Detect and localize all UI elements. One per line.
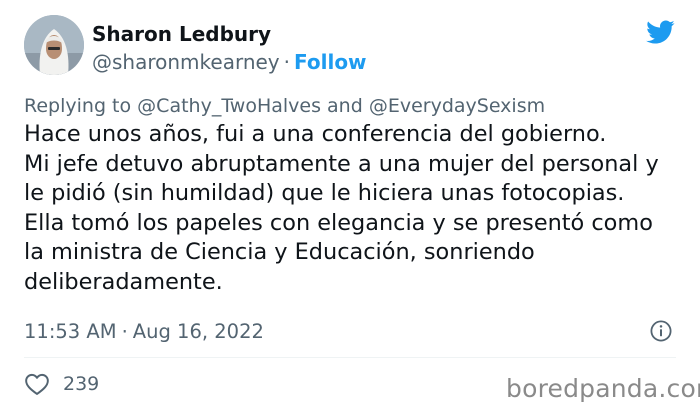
reply-mention-link[interactable]: @EverydaySexism <box>369 95 545 117</box>
twitter-bird-icon[interactable] <box>643 17 677 47</box>
divider <box>24 357 676 358</box>
avatar[interactable] <box>24 15 84 75</box>
info-icon[interactable] <box>649 319 673 343</box>
tweet-text-line: Ella tomó los papeles con elegancia y se… <box>24 209 653 236</box>
author-meta: @sharonmkearney · Follow <box>92 50 367 74</box>
author-name[interactable]: Sharon Ledbury <box>92 22 271 46</box>
tweet-card: Sharon Ledbury @sharonmkearney · Follow Re… <box>0 0 700 410</box>
reply-context: Replying to @Cathy_TwoHalves and @Everyd… <box>24 95 545 117</box>
reply-mention-link[interactable]: @Cathy_TwoHalves <box>137 95 321 117</box>
tweet-text-line: Mi jefe detuvo abruptamente a una mujer … <box>24 150 659 177</box>
tweet-text-line: la ministra de Ciencia y Educación, sonr… <box>24 239 535 265</box>
watermark: boredpanda.com <box>506 374 700 403</box>
tweet-date: Aug 16, 2022 <box>132 320 264 343</box>
timestamp-separator: · <box>121 320 128 343</box>
tweet-text-line: le pidió (sin humildad) que le hiciera u… <box>24 180 625 206</box>
meta-separator: · <box>283 50 291 74</box>
tweet-text-line: deliberadamente. <box>24 268 223 295</box>
author-handle[interactable]: @sharonmkearney <box>92 50 280 74</box>
follow-button[interactable]: Follow <box>294 50 367 74</box>
tweet-text-line: Hace unos años, fui a una conferencia de… <box>24 121 607 147</box>
avatar-image <box>24 15 84 75</box>
like-count: 239 <box>63 373 100 395</box>
reply-conjunction: and <box>327 95 363 117</box>
reply-prefix: Replying to <box>24 95 132 117</box>
tweet-timestamp[interactable]: 11:53 AM · Aug 16, 2022 <box>24 320 264 343</box>
tweet-text: Hace unos años, fui a una conferencia de… <box>24 120 684 297</box>
heart-icon[interactable] <box>24 372 50 396</box>
tweet-time: 11:53 AM <box>24 320 117 343</box>
